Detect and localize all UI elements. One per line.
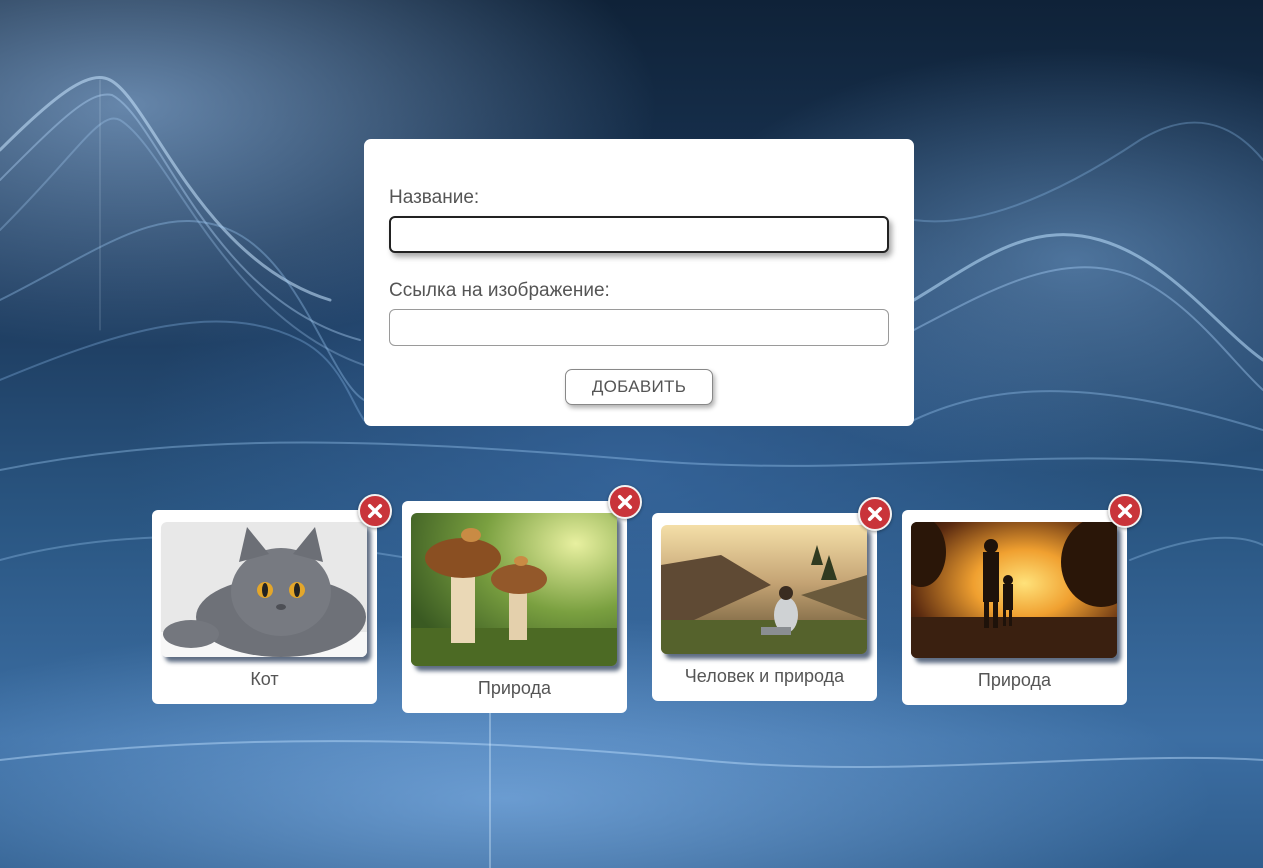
background-waves — [0, 76, 1263, 868]
close-icon[interactable] — [1108, 494, 1142, 528]
card-caption: Природа — [977, 670, 1052, 690]
close-icon[interactable] — [608, 485, 642, 519]
card-caption: Кот — [250, 669, 279, 689]
sunset-walk-photo — [911, 522, 1117, 658]
mushrooms-photo — [411, 513, 617, 666]
add-button[interactable]: ДОБАВИТЬ — [565, 369, 713, 405]
gallery-card: Природа — [902, 494, 1142, 705]
title-input[interactable] — [389, 216, 889, 253]
card-caption: Человек и природа — [684, 666, 845, 686]
close-icon[interactable] — [858, 497, 892, 531]
gallery-card: Человек и природа — [652, 497, 892, 701]
add-card-form: Название: Ссылка на изображение: ДОБАВИТ… — [364, 139, 914, 426]
cat-photo — [161, 522, 367, 657]
image-link-input[interactable] — [389, 309, 889, 346]
gallery-card: Кот — [152, 494, 392, 704]
card-caption: Природа — [477, 678, 552, 698]
image-link-label: Ссылка на изображение: — [389, 280, 610, 301]
gallery-card: Природа — [402, 485, 642, 713]
mountain-view-photo — [661, 525, 867, 654]
title-label: Название: — [389, 187, 480, 208]
close-icon[interactable] — [358, 494, 392, 528]
